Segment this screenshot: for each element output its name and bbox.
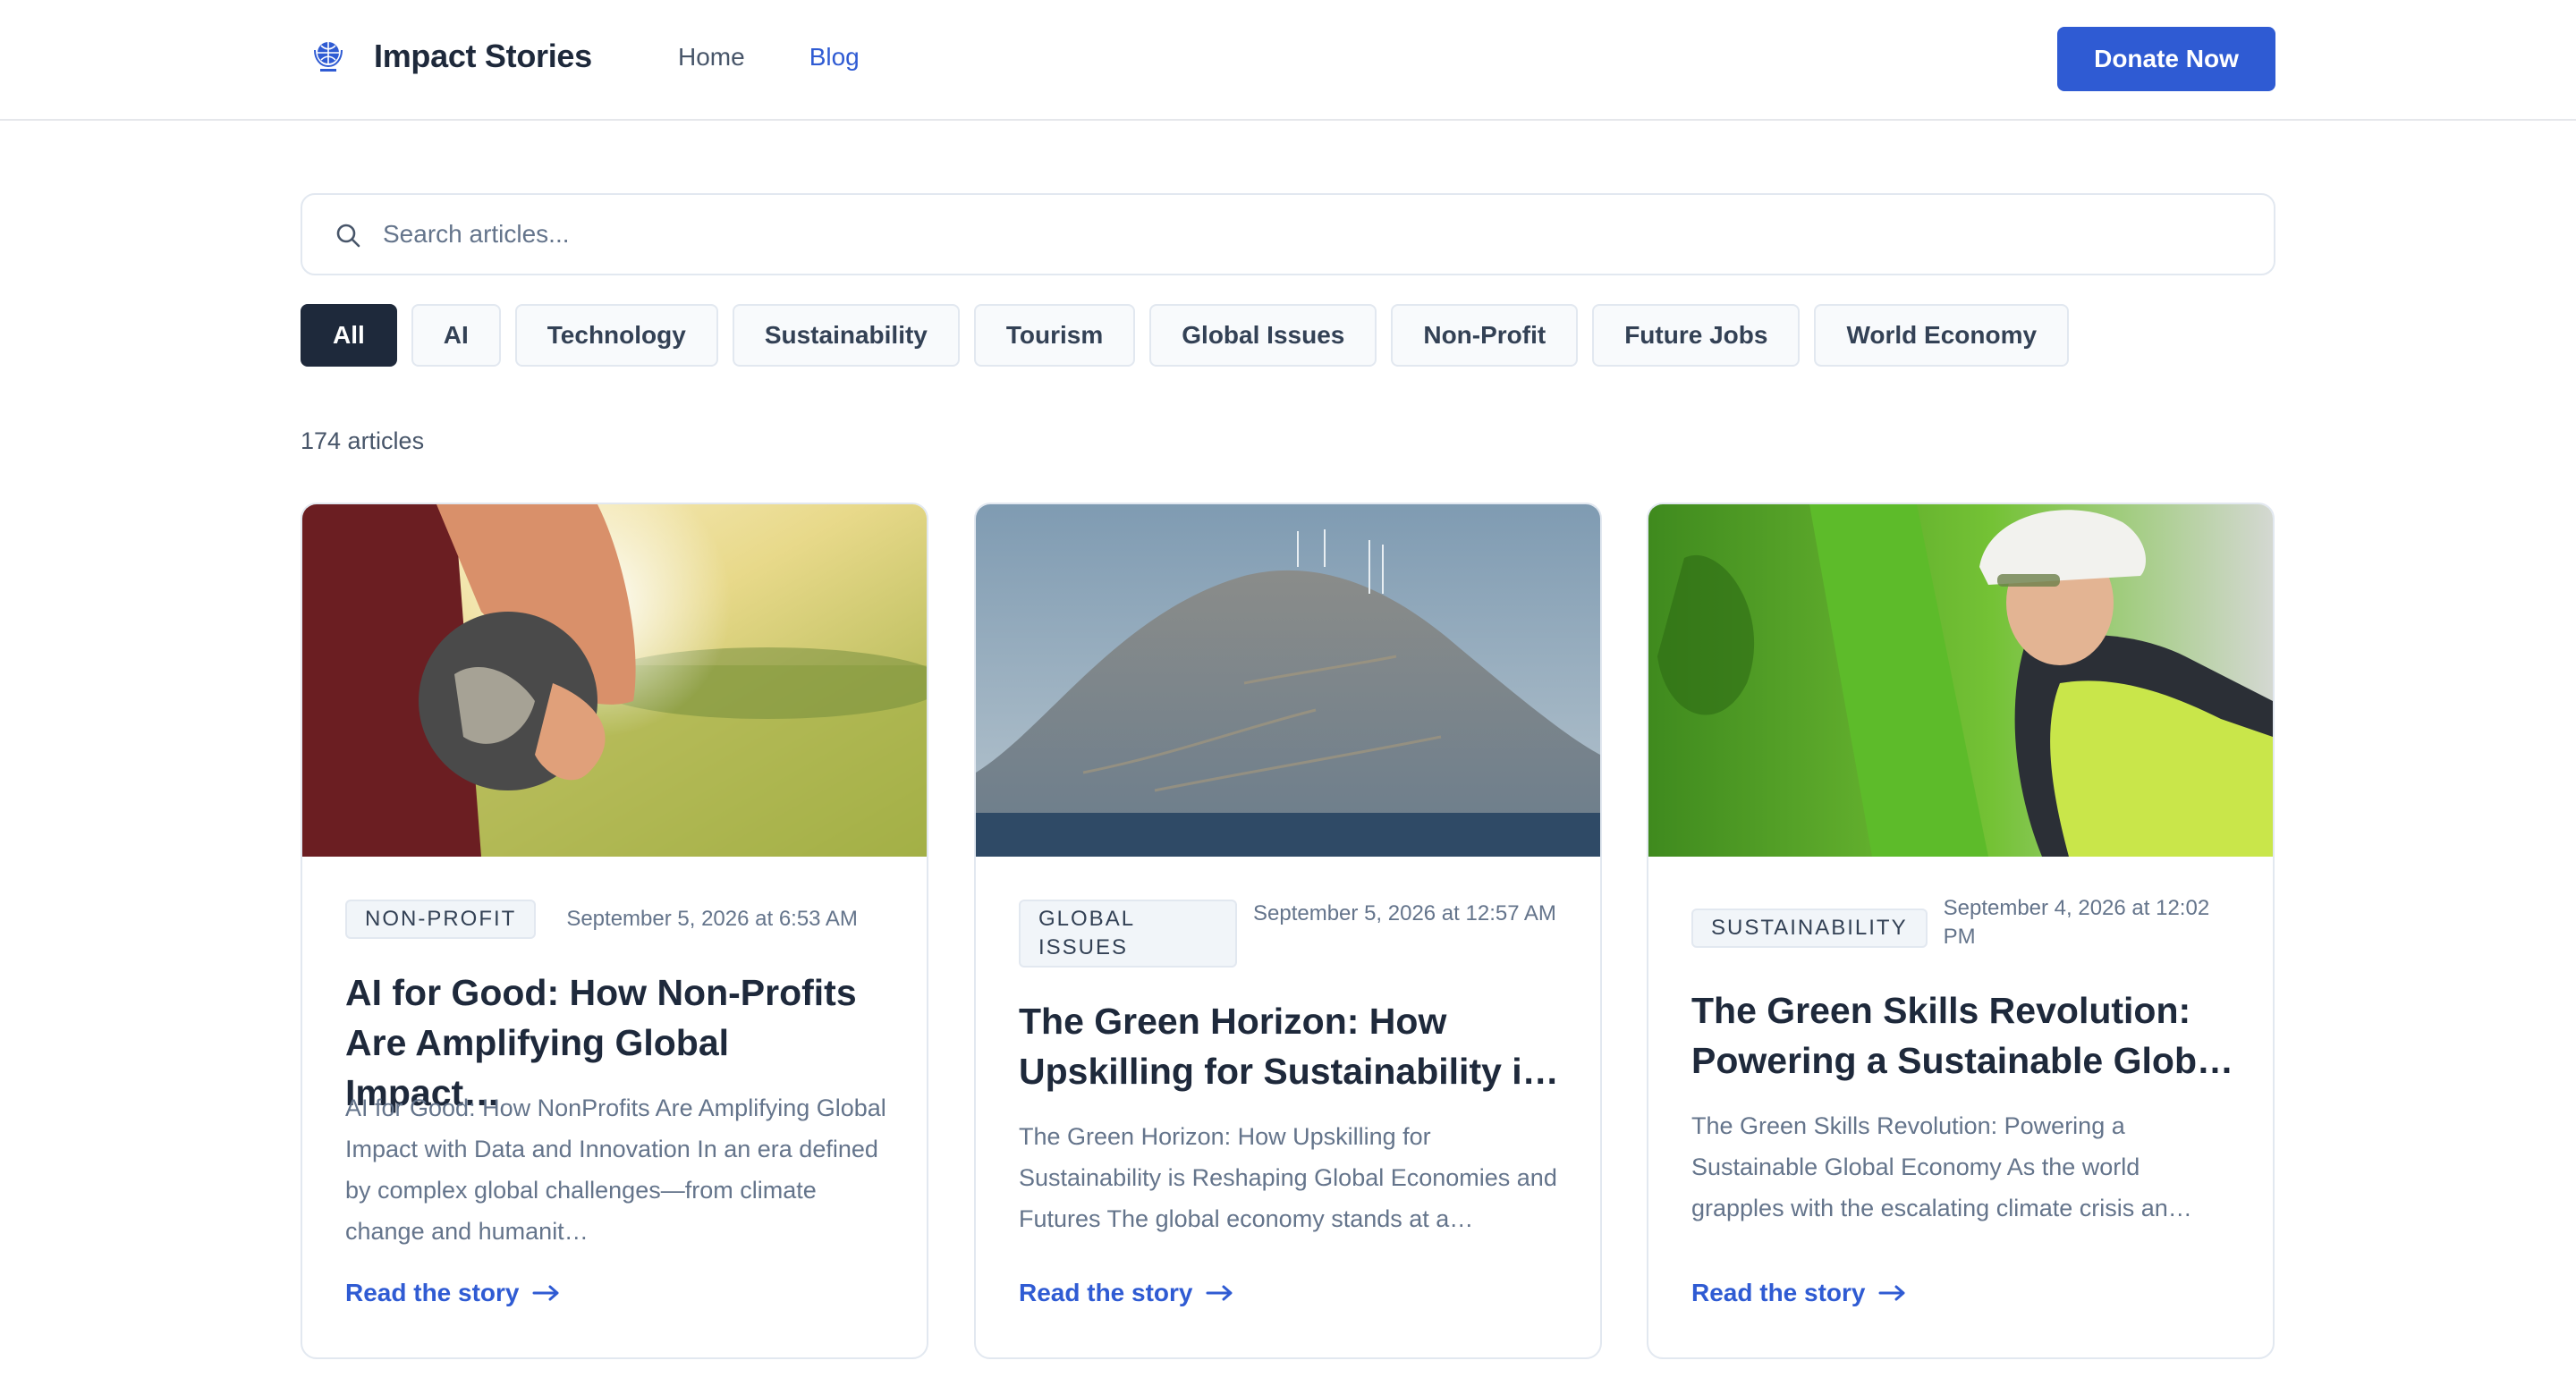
- filter-all[interactable]: All: [301, 304, 397, 367]
- arrow-right-icon: [1206, 1285, 1232, 1301]
- search-bar: [301, 193, 2275, 275]
- hand-holding-globe-photo: [302, 504, 927, 857]
- site-header: Impact Stories Home Blog Donate Now: [0, 0, 2576, 121]
- article-count: 174 articles: [301, 427, 425, 454]
- donate-button[interactable]: Donate Now: [2057, 27, 2275, 91]
- article-card[interactable]: GLOBAL ISSUES September 5, 2026 at 12:57…: [974, 503, 1602, 1359]
- filter-sustainability[interactable]: Sustainability: [732, 304, 960, 367]
- filter-tourism[interactable]: Tourism: [973, 304, 1136, 367]
- nav-home-link[interactable]: Home: [678, 43, 745, 72]
- search-input[interactable]: [383, 207, 2243, 261]
- nav-blog-link[interactable]: Blog: [809, 43, 860, 72]
- filter-non-profit[interactable]: Non-Profit: [1391, 304, 1579, 367]
- category-badge: SUSTAINABILITY: [1691, 909, 1928, 948]
- main-nav: Home Blog: [678, 43, 860, 72]
- brand-name: Impact Stories: [374, 38, 592, 74]
- wind-turbines-mountain-photo: [976, 504, 1600, 857]
- read-story-label: Read the story: [1019, 1279, 1193, 1306]
- card-meta: NON-PROFIT September 5, 2026 at 6:53 AM: [345, 900, 858, 939]
- arrow-right-icon: [1878, 1285, 1904, 1301]
- globe-logo-icon: [314, 42, 343, 72]
- article-title[interactable]: The Green Horizon: How Upskilling for Su…: [1019, 996, 1566, 1096]
- worker-hard-hat-photo: [1648, 504, 2273, 857]
- read-story-label: Read the story: [1691, 1279, 1866, 1306]
- article-card[interactable]: NON-PROFIT September 5, 2026 at 6:53 AM …: [301, 503, 928, 1359]
- card-meta: SUSTAINABILITY September 4, 2026 at 12:0…: [1691, 896, 2248, 951]
- article-card[interactable]: SUSTAINABILITY September 4, 2026 at 12:0…: [1647, 503, 2275, 1359]
- read-story-link[interactable]: Read the story: [1019, 1279, 1234, 1307]
- filter-ai[interactable]: AI: [411, 304, 501, 367]
- filter-future-jobs[interactable]: Future Jobs: [1592, 304, 1801, 367]
- category-filters: All AI Technology Sustainability Tourism…: [301, 304, 2070, 367]
- read-story-link[interactable]: Read the story: [1691, 1279, 1907, 1307]
- filter-world-economy[interactable]: World Economy: [1814, 304, 2070, 367]
- read-story-label: Read the story: [345, 1279, 520, 1306]
- filter-global-issues[interactable]: Global Issues: [1149, 304, 1377, 367]
- article-excerpt: AI for Good: How NonProfits Are Amplifyi…: [345, 1094, 886, 1245]
- filter-technology[interactable]: Technology: [514, 304, 718, 367]
- arrow-right-icon: [532, 1285, 558, 1301]
- category-badge: NON-PROFIT: [345, 900, 537, 939]
- publish-date: September 4, 2026 at 12:02 PM: [1943, 896, 2210, 949]
- category-badge: GLOBAL ISSUES: [1019, 900, 1237, 968]
- search-icon: [336, 224, 360, 248]
- article-excerpt: The Green Horizon: How Upskilling for Su…: [1019, 1123, 1557, 1232]
- article-excerpt: The Green Skills Revolution: Powering a …: [1691, 1112, 2192, 1221]
- card-meta: GLOBAL ISSUES September 5, 2026 at 12:57…: [1019, 900, 1557, 968]
- logo-link[interactable]: Impact Stories: [309, 38, 592, 75]
- publish-date: September 5, 2026 at 6:53 AM: [566, 907, 858, 931]
- article-title[interactable]: The Green Skills Revolution: Powering a …: [1691, 985, 2239, 1086]
- read-story-link[interactable]: Read the story: [345, 1279, 561, 1307]
- publish-date: September 5, 2026 at 12:57 AM: [1253, 901, 1556, 925]
